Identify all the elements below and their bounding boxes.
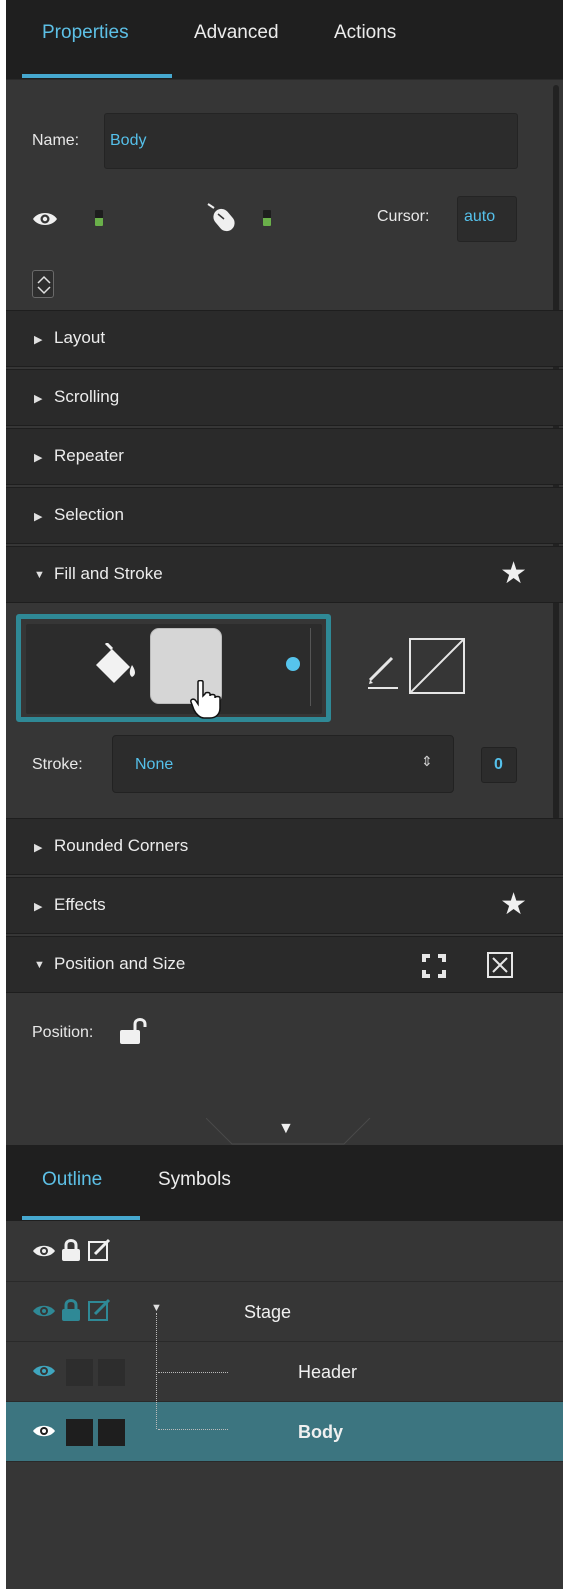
lock-icon[interactable]: [61, 1298, 81, 1322]
section-title: Scrolling: [54, 387, 120, 406]
star-icon[interactable]: ★: [500, 559, 527, 589]
outline-tab-bar: Outline Symbols: [6, 1145, 563, 1221]
active-tab-indicator: [22, 74, 172, 78]
interaction-toggle[interactable]: [263, 210, 271, 226]
z-order-stepper[interactable]: [32, 270, 54, 298]
unlock-icon[interactable]: [118, 1016, 148, 1048]
expand-triangle-icon: ▶: [34, 393, 43, 405]
section-fill-and-stroke[interactable]: ▼ Fill and Stroke ★: [6, 546, 563, 603]
section-title: Selection: [54, 505, 124, 524]
outline-panel: Outline Symbols ▼ Stage Header Body: [6, 1145, 563, 1589]
stroke-style-value: None: [135, 756, 174, 773]
section-title: Position and Size: [54, 954, 186, 973]
tab-symbols[interactable]: Symbols: [158, 1169, 231, 1191]
collapse-triangle-icon: ▼: [34, 569, 45, 581]
outline-item-name: Header: [298, 1362, 358, 1382]
section-position-and-size[interactable]: ▼ Position and Size: [6, 936, 563, 993]
lock-toggle[interactable]: [66, 1359, 93, 1386]
section-effects[interactable]: ▶ Effects ★: [6, 877, 563, 934]
pencil-icon[interactable]: [366, 650, 402, 690]
edit-icon[interactable]: [87, 1238, 113, 1262]
stroke-label: Stroke:: [32, 756, 83, 773]
tree-connector: [158, 1429, 228, 1430]
mouse-icon[interactable]: [206, 202, 240, 232]
tab-outline[interactable]: Outline: [42, 1169, 102, 1191]
stroke-width-value: 0: [494, 756, 503, 773]
section-title: Effects: [54, 895, 106, 914]
section-selection[interactable]: ▶ Selection: [6, 487, 563, 544]
section-repeater[interactable]: ▶ Repeater: [6, 428, 563, 485]
panel-splitter[interactable]: ▼: [6, 1118, 563, 1146]
paint-bucket-icon[interactable]: [92, 643, 140, 685]
section-scrolling[interactable]: ▶ Scrolling: [6, 369, 563, 426]
lock-icon[interactable]: [61, 1238, 81, 1262]
lock-toggle[interactable]: [66, 1419, 93, 1446]
eye-icon[interactable]: [32, 1363, 56, 1379]
name-input[interactable]: [104, 113, 518, 169]
expand-triangle-icon: ▶: [34, 334, 43, 346]
tab-properties[interactable]: Properties: [42, 22, 129, 44]
expand-triangle-icon: ▶: [34, 842, 43, 854]
collapse-triangle-icon: ▼: [34, 959, 45, 971]
eye-icon[interactable]: [32, 1423, 56, 1439]
stroke-width-input[interactable]: 0: [481, 747, 517, 783]
outline-row-stage[interactable]: ▼ Stage: [6, 1282, 563, 1342]
edit-icon[interactable]: [87, 1298, 113, 1322]
cursor-select-value: auto: [464, 208, 496, 225]
tree-connector: [156, 1313, 157, 1429]
section-title: Repeater: [54, 446, 124, 465]
eye-icon[interactable]: [32, 1243, 56, 1259]
section-rounded-corners[interactable]: ▶ Rounded Corners: [6, 818, 563, 875]
name-input-value: Body: [110, 132, 147, 149]
hand-cursor-icon: [190, 680, 221, 719]
properties-tab-bar: Properties Advanced Actions: [6, 0, 563, 80]
edit-toggle[interactable]: [98, 1359, 125, 1386]
app-panel: Properties Advanced Actions Name: Body C…: [6, 0, 563, 1589]
outline-row-header[interactable]: Header: [6, 1342, 563, 1402]
position-label: Position:: [32, 1024, 94, 1041]
tree-connector: [158, 1372, 228, 1373]
outline-header-row: [6, 1222, 563, 1282]
name-label: Name:: [32, 132, 80, 149]
section-title: Layout: [54, 328, 106, 347]
outline-item-name: Stage: [244, 1302, 292, 1322]
tab-actions[interactable]: Actions: [334, 22, 396, 44]
outline-item-name: Body: [298, 1422, 343, 1442]
eye-icon[interactable]: [32, 210, 58, 228]
active-tab-indicator: [22, 1216, 140, 1220]
no-color-icon: [410, 639, 464, 693]
fill-enabled-dot[interactable]: [286, 657, 300, 671]
visibility-toggle[interactable]: [95, 210, 103, 226]
up-down-icon: [37, 275, 51, 295]
fill-divider: [310, 628, 311, 706]
collapse-arrow-icon[interactable]: ▼: [278, 1120, 294, 1138]
fit-box-icon[interactable]: [486, 951, 514, 979]
cursor-label: Cursor:: [377, 208, 430, 225]
outline-row-body[interactable]: Body: [6, 1402, 563, 1462]
expand-triangle-icon: ▶: [34, 452, 43, 464]
star-icon[interactable]: ★: [500, 890, 527, 920]
edit-toggle[interactable]: [98, 1419, 125, 1446]
section-layout[interactable]: ▶ Layout: [6, 310, 563, 367]
section-title: Fill and Stroke: [54, 564, 163, 583]
tab-advanced[interactable]: Advanced: [194, 22, 279, 44]
eye-icon[interactable]: [32, 1303, 56, 1319]
stroke-style-select[interactable]: None ⇕: [112, 735, 454, 793]
expand-triangle-icon: ▶: [34, 901, 43, 913]
expand-arrows-icon[interactable]: [420, 952, 448, 980]
select-arrows-icon: ⇕: [421, 753, 433, 769]
section-title: Rounded Corners: [54, 836, 189, 855]
stroke-color-swatch[interactable]: [409, 638, 465, 694]
expand-triangle-icon: ▶: [34, 511, 43, 523]
